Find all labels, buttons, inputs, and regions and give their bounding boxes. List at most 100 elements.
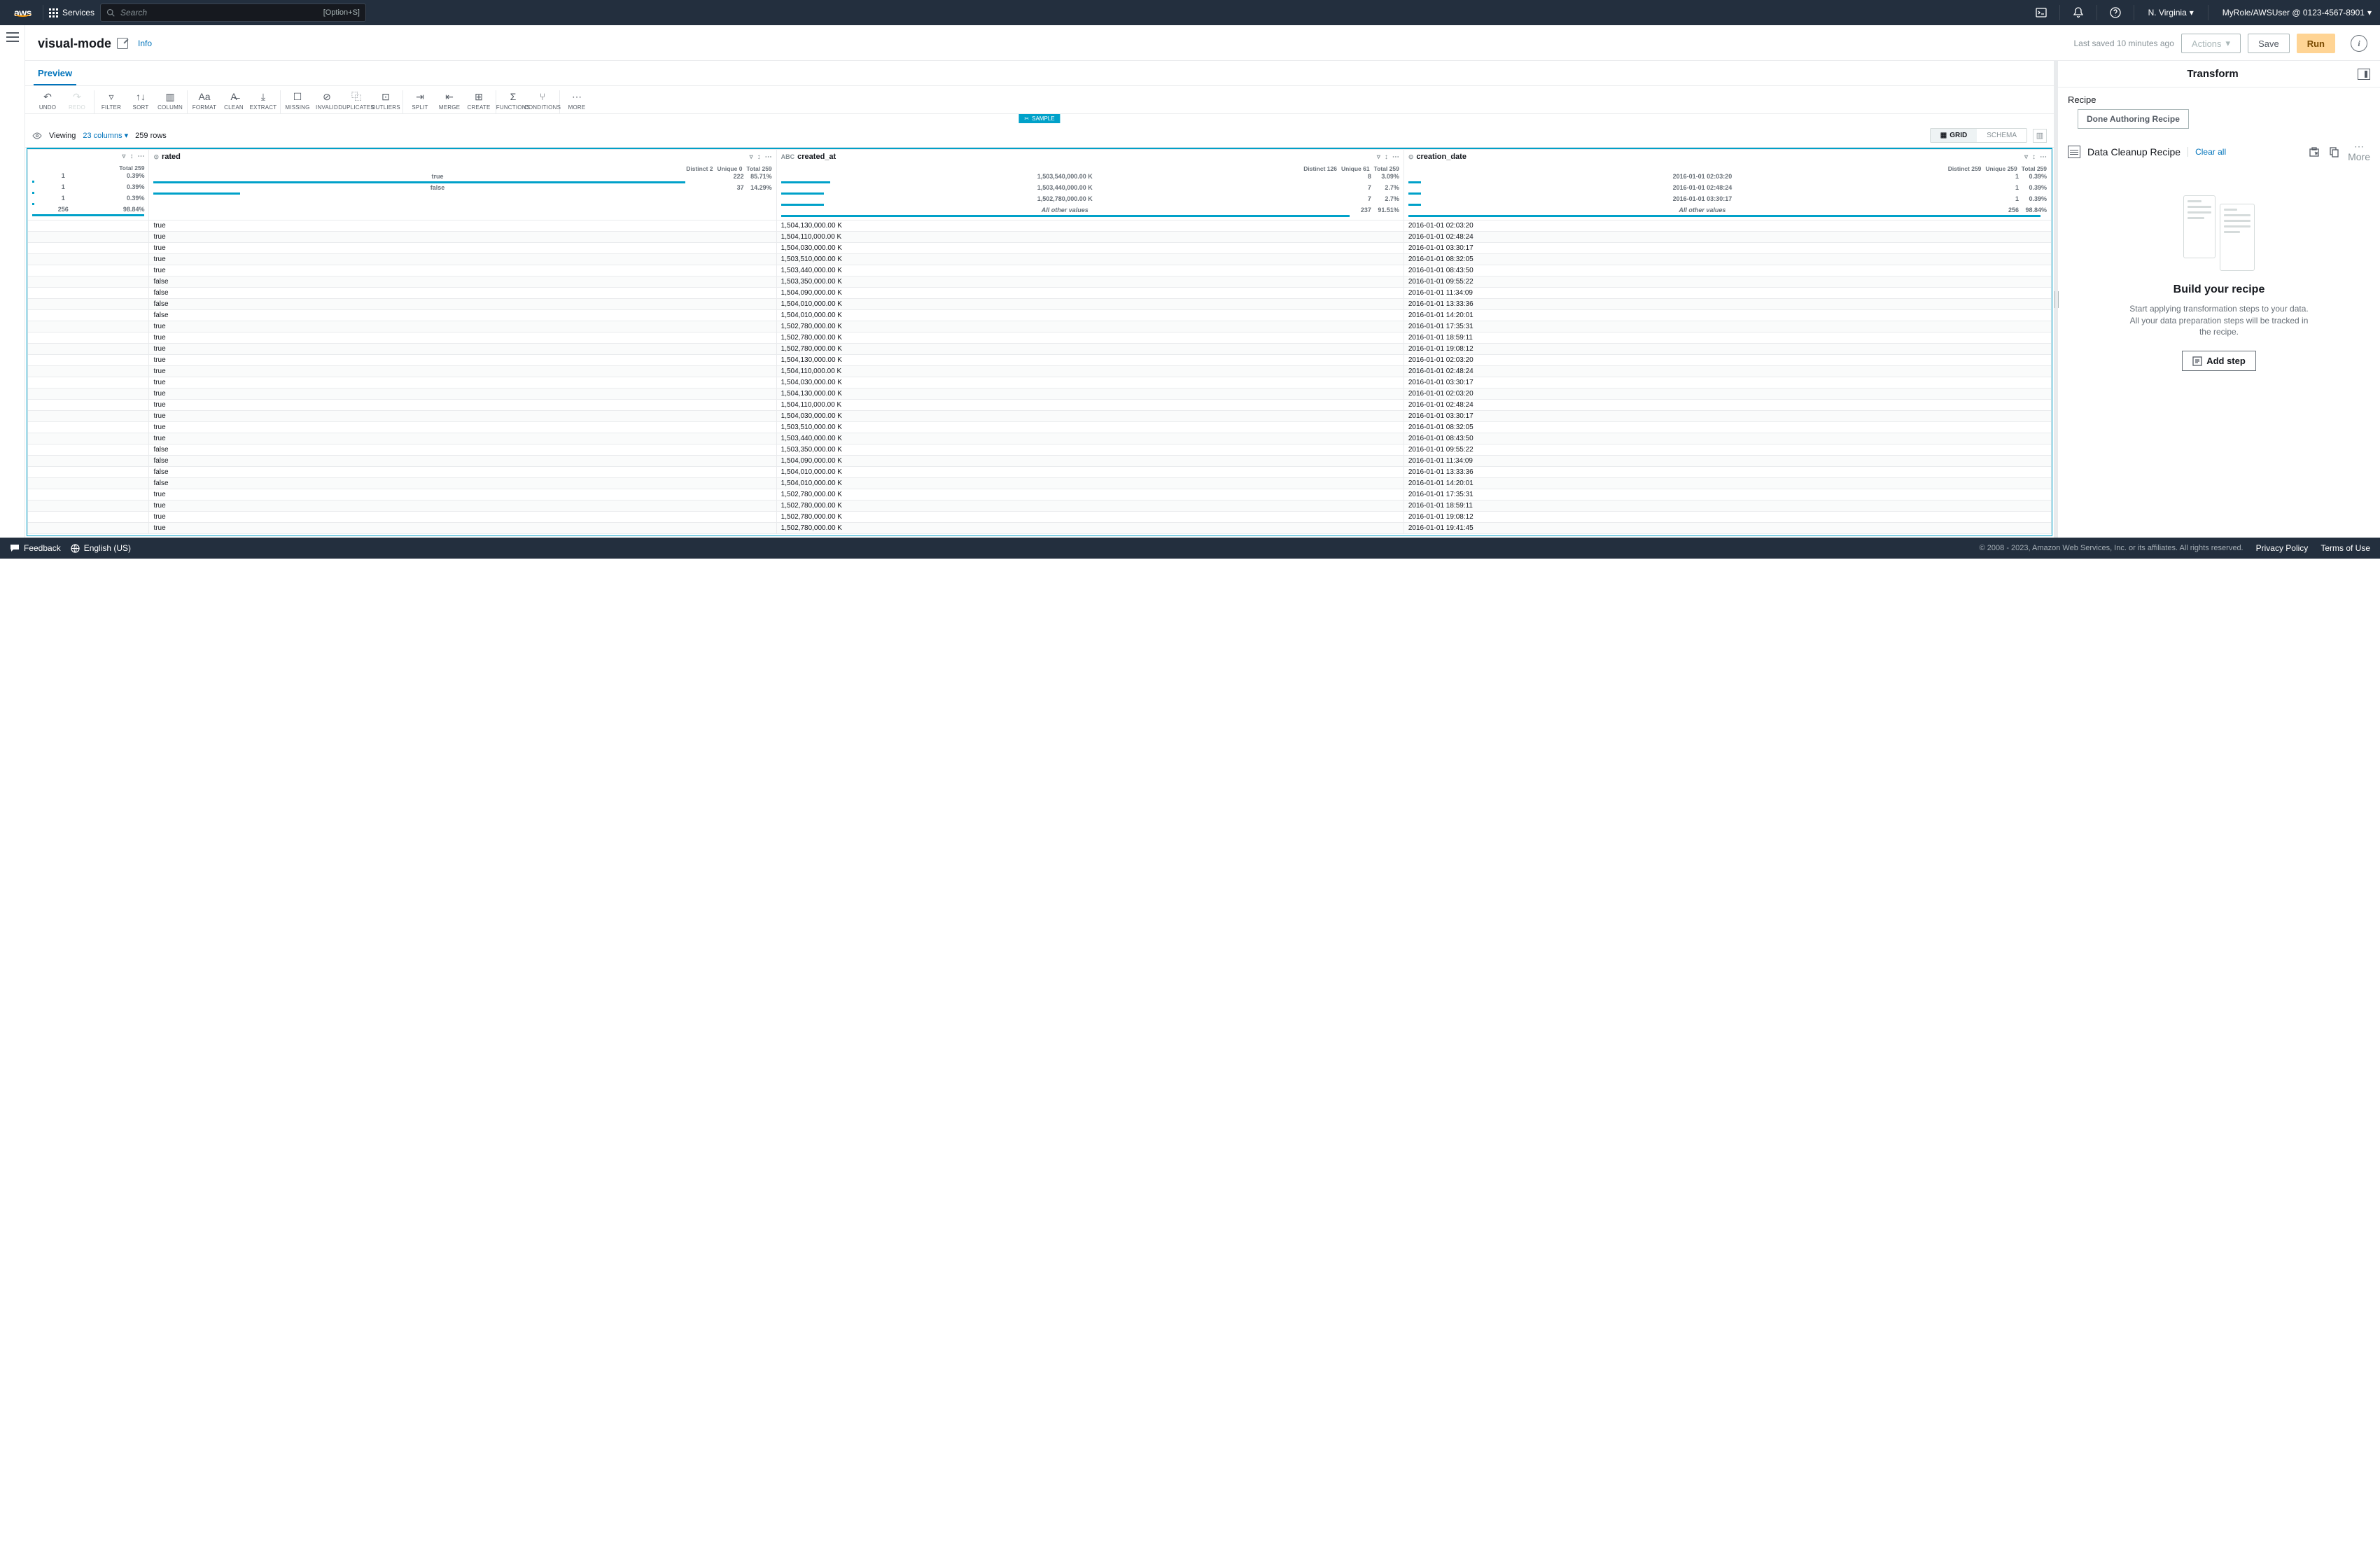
table-row[interactable]: true1,502,780,000.00 K2016-01-01 18:59:1… — [28, 332, 2052, 344]
tool-sort[interactable]: ↑↓SORT — [127, 90, 155, 113]
table-row[interactable]: true1,504,030,000.00 K2016-01-01 03:30:1… — [28, 243, 2052, 254]
table-row[interactable]: true1,503,440,000.00 K2016-01-01 08:43:5… — [28, 433, 2052, 444]
tool-clean[interactable]: A̶CLEAN — [220, 90, 248, 113]
filter-icon[interactable]: ▿ — [750, 153, 753, 161]
tool-functions[interactable]: ΣFUNCTIONS — [499, 90, 527, 113]
col-header-rated[interactable]: ⊙rated▿↕⋯ — [149, 150, 776, 164]
help-button[interactable] — [2103, 0, 2128, 25]
table-row[interactable]: false1,504,010,000.00 K2016-01-01 13:33:… — [28, 299, 2052, 310]
tool-split[interactable]: ⇥SPLIT — [406, 90, 434, 113]
view-toggle: ▦ GRID SCHEMA — [1930, 128, 2027, 143]
table-row[interactable]: true1,502,780,000.00 K2016-01-01 17:35:3… — [28, 321, 2052, 332]
table-row[interactable]: false1,504,010,000.00 K2016-01-01 14:20:… — [28, 310, 2052, 321]
data-grid[interactable]: ▿↕⋯Total 25910.39%10.39%10.39%25698.84%⊙… — [27, 148, 2052, 536]
aws-logo[interactable]: aws — [8, 7, 37, 18]
tool-missing[interactable]: ☐MISSING — [284, 90, 312, 113]
table-row[interactable]: true1,504,130,000.00 K2016-01-01 02:03:2… — [28, 220, 2052, 232]
sort-icon[interactable]: ↕ — [757, 153, 761, 161]
recipe-more-menu[interactable]: ⋯More — [2348, 141, 2370, 163]
table-row[interactable]: false1,504,010,000.00 K2016-01-01 14:20:… — [28, 478, 2052, 489]
table-row[interactable]: true1,504,110,000.00 K2016-01-01 02:48:2… — [28, 366, 2052, 377]
copy-recipe-icon[interactable] — [2328, 146, 2339, 158]
table-row[interactable]: false1,504,090,000.00 K2016-01-01 11:34:… — [28, 456, 2052, 467]
table-row[interactable]: true1,504,130,000.00 K2016-01-01 02:03:2… — [28, 355, 2052, 366]
sample-badge[interactable]: ✂ SAMPLE — [1018, 114, 1060, 123]
cloudshell-button[interactable] — [2029, 0, 2054, 25]
col-menu-icon[interactable]: ⋯ — [765, 153, 772, 161]
tool-extract[interactable]: ⤓EXTRACT — [249, 90, 277, 113]
filter-icon[interactable]: ▿ — [1377, 153, 1380, 161]
grid-view-option[interactable]: ▦ GRID — [1931, 129, 1977, 142]
schema-view-option[interactable]: SCHEMA — [1977, 129, 2026, 142]
tool-format[interactable]: AaFORMAT — [190, 90, 218, 113]
info-link[interactable]: Info — [138, 38, 152, 48]
table-row[interactable]: true1,504,110,000.00 K2016-01-01 02:48:2… — [28, 232, 2052, 243]
panel-splitter[interactable] — [2054, 61, 2058, 538]
page-info-button[interactable]: i — [2351, 35, 2367, 52]
save-button[interactable]: Save — [2248, 34, 2290, 53]
tool-create[interactable]: ⊞CREATE — [465, 90, 493, 113]
tool-merge[interactable]: ⇤MERGE — [435, 90, 463, 113]
table-row[interactable]: false1,504,090,000.00 K2016-01-01 11:34:… — [28, 288, 2052, 299]
tool-redo[interactable]: ↷REDO — [63, 90, 91, 113]
filter-icon[interactable]: ▿ — [122, 153, 125, 160]
add-step-button[interactable]: Add step — [2182, 351, 2256, 371]
tool-invalid[interactable]: ⊘INVALID — [313, 90, 341, 113]
tool-more[interactable]: ⋯MORE — [563, 90, 591, 113]
services-menu[interactable]: Services — [49, 8, 94, 18]
tool-outliers[interactable]: ⊡OUTLIERS — [372, 90, 400, 113]
global-search[interactable]: [Option+S] — [100, 4, 366, 22]
tool-conditions[interactable]: ⑂CONDITIONS — [528, 90, 556, 113]
col-header-creation_date[interactable]: ⊙creation_date▿↕⋯ — [1404, 150, 2051, 164]
table-row[interactable]: true1,503,440,000.00 K2016-01-01 08:43:5… — [28, 265, 2052, 276]
table-row[interactable]: true1,504,030,000.00 K2016-01-01 03:30:1… — [28, 411, 2052, 422]
table-row[interactable]: true1,504,030,000.00 K2016-01-01 03:30:1… — [28, 377, 2052, 388]
format-icon: Aa — [198, 90, 210, 103]
col-header-index[interactable]: ▿ ↕ ⋯ — [28, 150, 148, 163]
col-header-created_at[interactable]: ABCcreated_at▿↕⋯ — [777, 150, 1404, 164]
privacy-link[interactable]: Privacy Policy — [2256, 543, 2309, 553]
sort-icon[interactable]: ↕ — [2032, 153, 2036, 161]
table-row[interactable]: true1,503,510,000.00 K2016-01-01 08:32:0… — [28, 422, 2052, 433]
tool-filter[interactable]: ▿FILTER — [97, 90, 125, 113]
col-menu-icon[interactable]: ⋯ — [1392, 153, 1399, 161]
column-settings-button[interactable]: ▥ — [2033, 129, 2047, 143]
table-row[interactable]: true1,502,780,000.00 K2016-01-01 19:08:1… — [28, 344, 2052, 355]
col-menu-icon[interactable]: ⋯ — [137, 153, 144, 160]
columns-selector[interactable]: 23 columns ▾ — [83, 131, 128, 140]
run-button[interactable]: Run — [2297, 34, 2335, 53]
table-row[interactable]: true1,502,780,000.00 K2016-01-01 19:41:4… — [28, 523, 2052, 534]
table-row[interactable]: true1,502,780,000.00 K2016-01-01 17:35:3… — [28, 489, 2052, 500]
edit-name-icon[interactable] — [117, 38, 128, 49]
caret-down-icon: ▾ — [2190, 8, 2194, 18]
panel-layout-icon[interactable] — [2358, 69, 2370, 80]
region-selector[interactable]: N. Virginia ▾ — [2140, 8, 2202, 18]
publish-icon[interactable] — [2309, 146, 2320, 158]
tab-preview[interactable]: Preview — [34, 61, 76, 85]
language-selector[interactable]: English (US) — [71, 543, 131, 553]
col-menu-icon[interactable]: ⋯ — [2040, 153, 2047, 161]
tool-duplicates[interactable]: ⿻DUPLICATES — [342, 90, 370, 113]
nav-toggle[interactable] — [6, 32, 19, 42]
table-row[interactable]: false1,503,350,000.00 K2016-01-01 09:55:… — [28, 444, 2052, 456]
tool-column[interactable]: ▥COLUMN — [156, 90, 184, 113]
done-authoring-button[interactable]: Done Authoring Recipe — [2078, 109, 2189, 129]
actions-menu[interactable]: Actions ▾ — [2181, 34, 2241, 53]
table-row[interactable]: true1,504,130,000.00 K2016-01-01 02:03:2… — [28, 388, 2052, 400]
filter-icon[interactable]: ▿ — [2024, 153, 2028, 161]
table-row[interactable]: false1,503,350,000.00 K2016-01-01 09:55:… — [28, 276, 2052, 288]
tool-undo[interactable]: ↶UNDO — [34, 90, 62, 113]
sort-icon[interactable]: ↕ — [130, 153, 133, 160]
table-row[interactable]: false1,504,010,000.00 K2016-01-01 13:33:… — [28, 467, 2052, 478]
search-input[interactable] — [119, 7, 323, 18]
notifications-button[interactable] — [2066, 0, 2091, 25]
table-row[interactable]: true1,502,780,000.00 K2016-01-01 18:59:1… — [28, 500, 2052, 512]
table-row[interactable]: true1,502,780,000.00 K2016-01-01 19:08:1… — [28, 512, 2052, 523]
table-row[interactable]: true1,503,510,000.00 K2016-01-01 08:32:0… — [28, 254, 2052, 265]
table-row[interactable]: true1,504,110,000.00 K2016-01-01 02:48:2… — [28, 400, 2052, 411]
feedback-link[interactable]: Feedback — [10, 543, 61, 553]
terms-link[interactable]: Terms of Use — [2320, 543, 2370, 553]
account-menu[interactable]: MyRole/AWSUser @ 0123-4567-8901 ▾ — [2214, 8, 2380, 18]
clear-all-link[interactable]: Clear all — [2188, 147, 2226, 157]
sort-icon[interactable]: ↕ — [1385, 153, 1388, 161]
